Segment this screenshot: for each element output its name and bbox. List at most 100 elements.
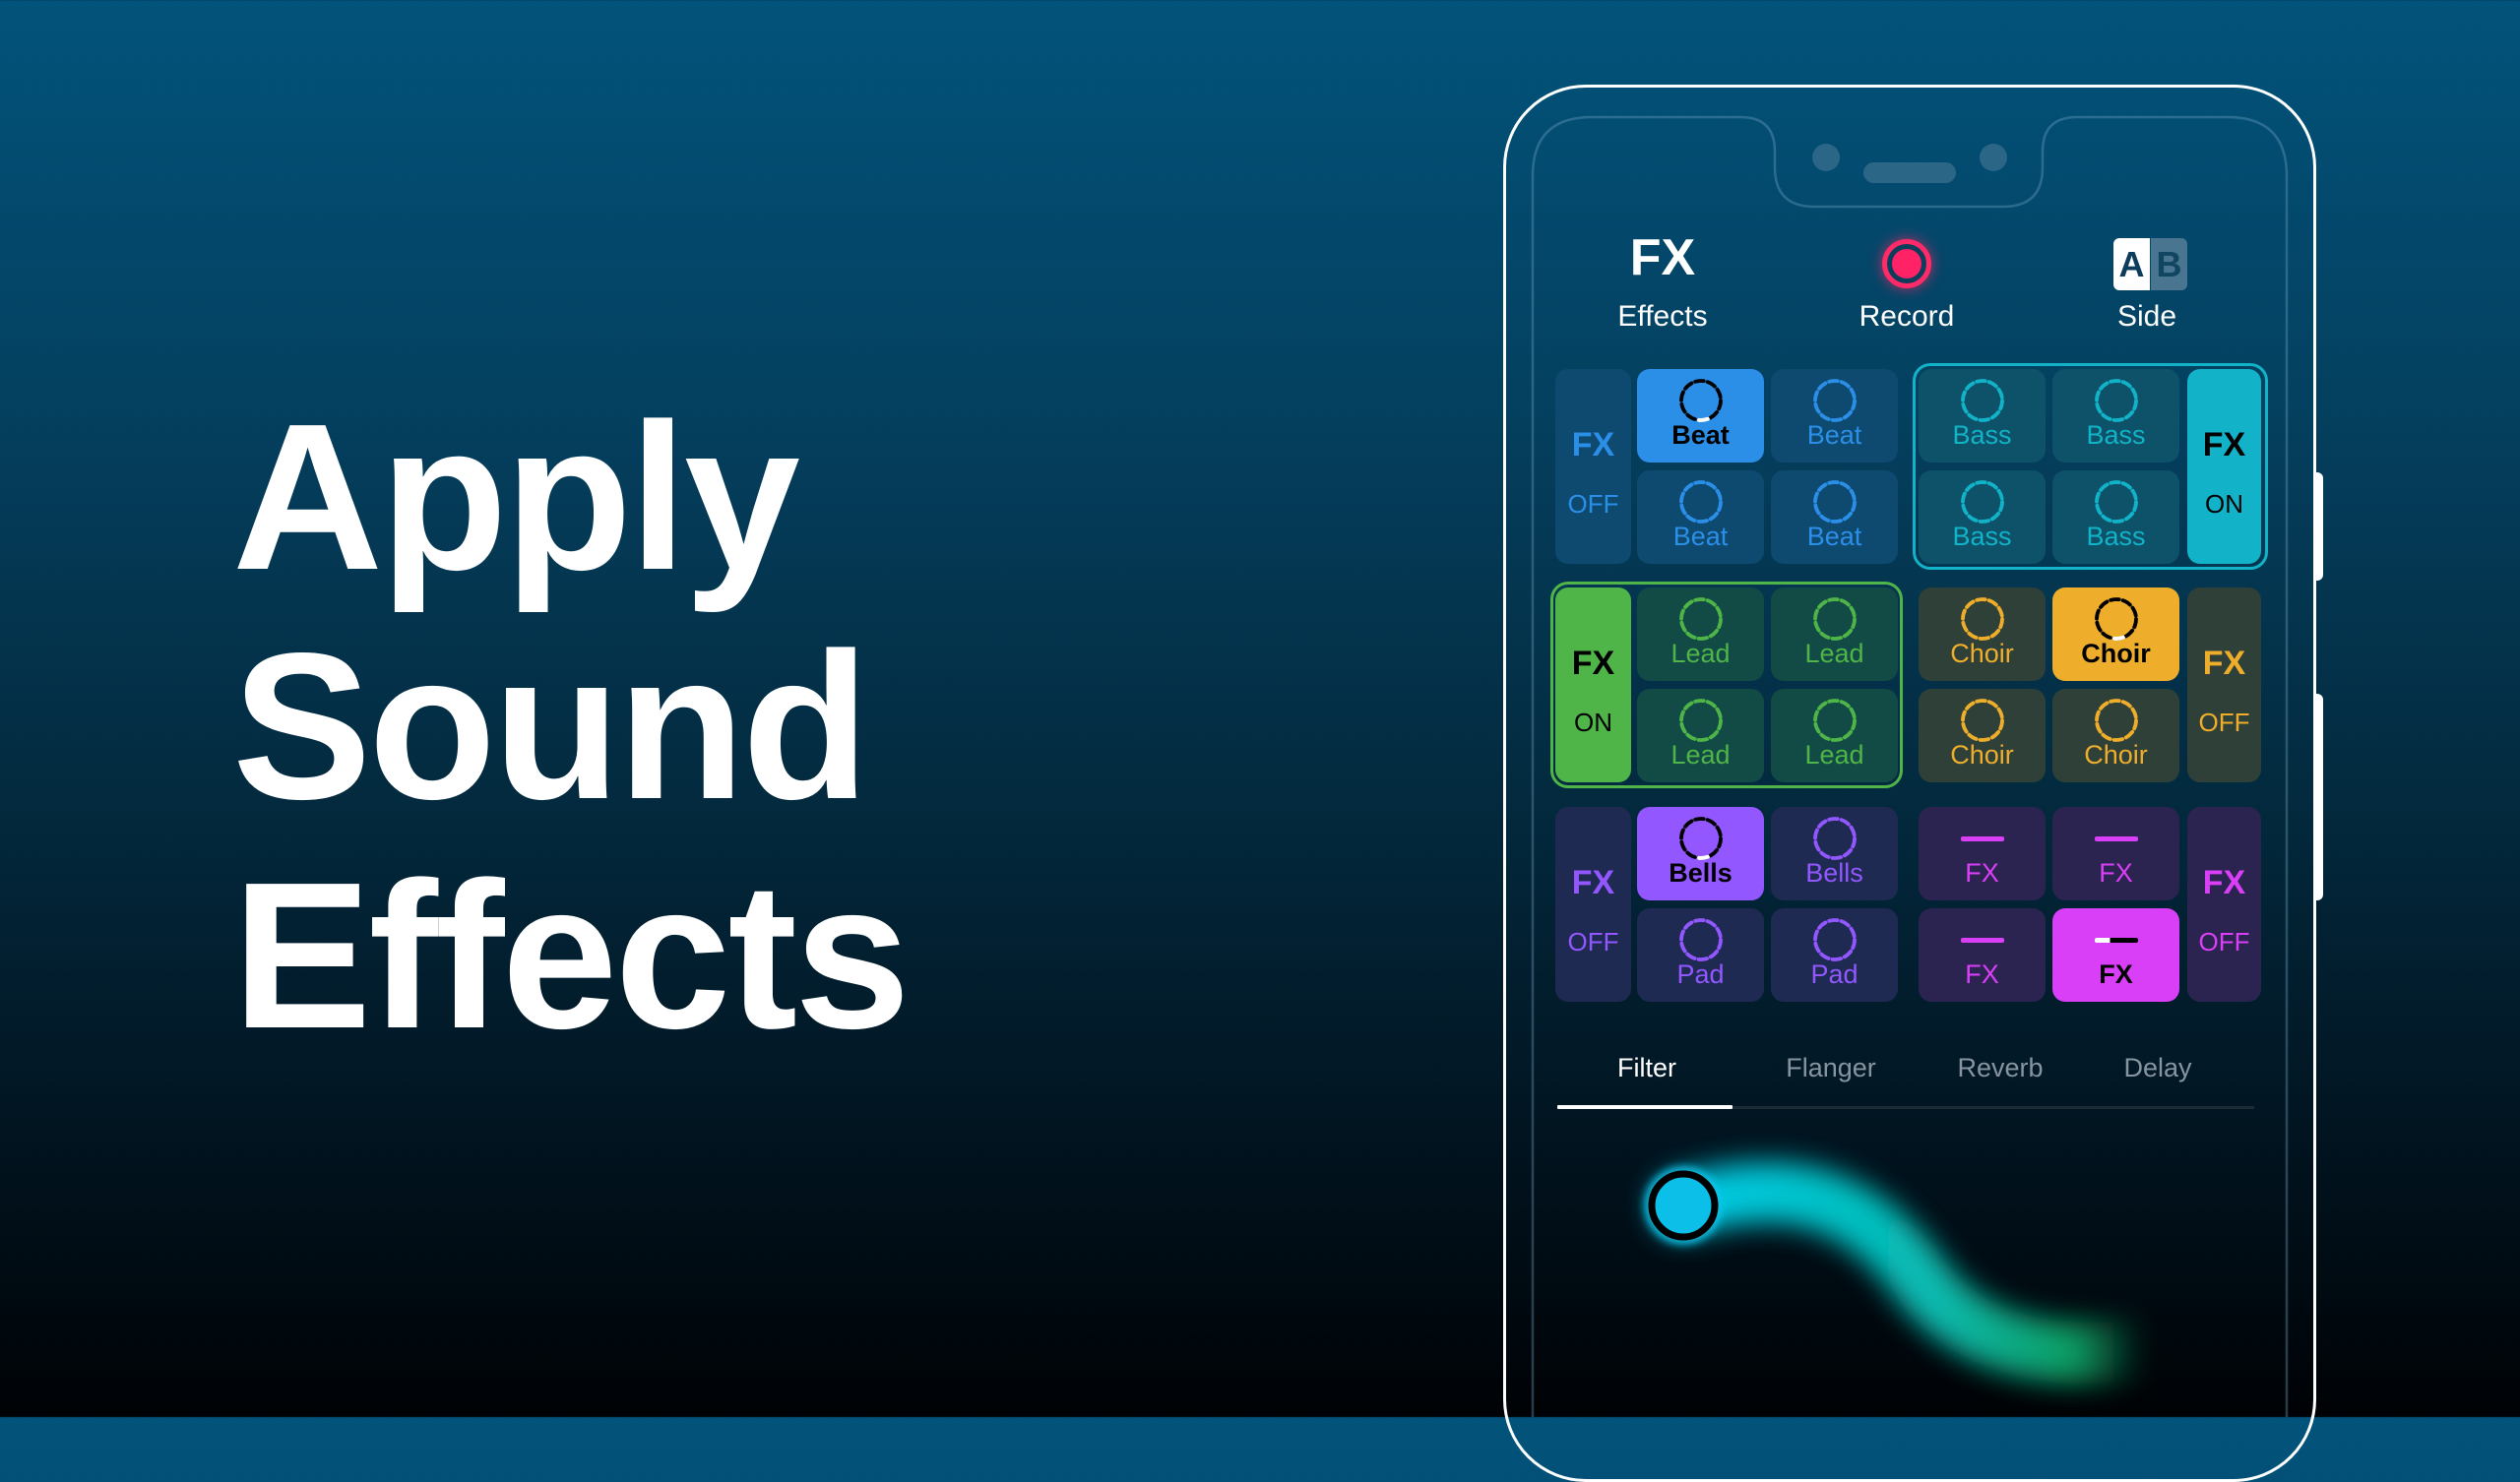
fx-toggle-label: FX [2202, 864, 2246, 901]
fx-level-icon [2094, 836, 2138, 841]
pad-label: Bass [2086, 522, 2146, 551]
side-label: Side [2116, 300, 2177, 333]
pad-bass-2[interactable]: Bass [2052, 369, 2179, 463]
fx-level-icon [1960, 938, 2004, 943]
loop-ring-icon [2094, 699, 2138, 742]
pad-bass-1[interactable]: Bass [1919, 369, 2046, 463]
fx-toggle-state: ON [2205, 489, 2243, 519]
pad-fx-1[interactable]: FX [1919, 807, 2046, 900]
headline-line-3: Effects [232, 838, 911, 1072]
fx-toggle-bass[interactable]: FX ON [2187, 369, 2261, 564]
effect-knob-handle [1648, 1170, 1719, 1241]
fx-toggle-label: FX [1571, 645, 1615, 682]
loop-ring-icon [1812, 480, 1857, 524]
fx-toggle-label: FX [1571, 864, 1615, 901]
pad-label: FX [2099, 959, 2133, 989]
loop-ring-icon [1812, 699, 1857, 742]
fx-toggle-lead[interactable]: FX ON [1555, 587, 1631, 782]
fx-toggle-state: OFF [2198, 927, 2250, 957]
pad-label: Choir [2081, 639, 2151, 668]
loop-ring-icon [1678, 480, 1723, 524]
pad-lead-4[interactable]: Lead [1771, 689, 1898, 782]
pad-fx-4[interactable]: FX [2052, 908, 2179, 1002]
pad-label: Bass [2086, 420, 2146, 450]
loop-ring-icon [2094, 379, 2138, 422]
loop-ring-icon [1812, 379, 1857, 422]
loop-ring-icon [1812, 597, 1857, 641]
loop-ring-icon [1678, 699, 1723, 742]
pad-choir-1[interactable]: Choir [1919, 587, 2046, 681]
pad-fx-2[interactable]: FX [2052, 807, 2179, 900]
fx-toggle-state: OFF [1567, 927, 1619, 957]
tab-flanger[interactable]: Flanger [1732, 1053, 1929, 1083]
loop-ring-icon [2094, 597, 2138, 641]
phone-side-button-volume [2315, 694, 2323, 900]
pad-label: FX [1965, 959, 1999, 989]
headline-line-1: Apply [232, 380, 800, 613]
pad-label: Bells [1669, 858, 1732, 888]
active-tab-indicator [1557, 1105, 1732, 1109]
pad-lead-1[interactable]: Lead [1637, 587, 1764, 681]
pad-label: Pad [1810, 959, 1858, 989]
pad-label: Lead [1670, 639, 1731, 668]
fx-toggle-label: FX [2202, 426, 2246, 463]
fx-toggle-bells-pad[interactable]: FX OFF [1555, 807, 1631, 1002]
pad-beat-1[interactable]: Beat [1637, 369, 1764, 463]
pad-label: Beat [1806, 522, 1862, 551]
fx-toggle-state: OFF [1567, 489, 1619, 519]
pad-label: Pad [1676, 959, 1725, 989]
pad-label: FX [1965, 858, 1999, 888]
fx-toggle-label: FX [2202, 645, 2246, 682]
phone-side-button-power [2315, 472, 2323, 581]
headline-line-2: Sound [232, 609, 869, 842]
pad-choir-3[interactable]: Choir [1919, 689, 2046, 782]
fx-level-icon [1960, 836, 2004, 841]
loop-ring-icon [1960, 597, 2004, 641]
pad-label: Bells [1805, 858, 1863, 888]
record-label: Record [1858, 300, 1955, 333]
loop-ring-icon [1960, 699, 2004, 742]
pad-label: Beat [1671, 420, 1730, 450]
pad-bells-pad-3[interactable]: Pad [1637, 908, 1764, 1002]
pad-label: Beat [1806, 420, 1862, 450]
side-b-icon: B [2151, 238, 2187, 290]
pad-label: Lead [1804, 740, 1864, 770]
pad-bells-pad-4[interactable]: Pad [1771, 908, 1898, 1002]
pad-lead-3[interactable]: Lead [1637, 689, 1764, 782]
loop-ring-icon [1812, 918, 1857, 961]
pad-label: Beat [1672, 522, 1729, 551]
loop-ring-icon [1960, 480, 2004, 524]
fx-toggle-label: FX [1571, 426, 1615, 463]
pad-beat-4[interactable]: Beat [1771, 470, 1898, 564]
pad-choir-4[interactable]: Choir [2052, 689, 2179, 782]
pad-label: Bass [1952, 522, 2012, 551]
pad-beat-2[interactable]: Beat [1771, 369, 1898, 463]
headline: Apply Sound Effects [232, 380, 911, 1072]
loop-ring-icon [1678, 379, 1723, 422]
loop-ring-icon [1678, 918, 1723, 961]
fx-toggle-choir[interactable]: FX OFF [2187, 587, 2261, 782]
pad-bells-pad-1[interactable]: Bells [1637, 807, 1764, 900]
pad-label: Choir [1950, 740, 2014, 770]
pad-bass-4[interactable]: Bass [2052, 470, 2179, 564]
pad-beat-3[interactable]: Beat [1637, 470, 1764, 564]
pad-fx-3[interactable]: FX [1919, 908, 2046, 1002]
pad-label: Lead [1804, 639, 1864, 668]
record-icon [1882, 239, 1931, 288]
pad-label: Choir [2084, 740, 2148, 770]
effect-xy-pad[interactable] [1533, 1117, 2287, 1417]
loop-ring-icon [1960, 379, 2004, 422]
tab-delay[interactable]: Delay [2059, 1053, 2256, 1083]
fx-icon: FX [1629, 229, 1696, 286]
pad-label: FX [2099, 858, 2133, 888]
pad-bass-3[interactable]: Bass [1919, 470, 2046, 564]
pad-lead-2[interactable]: Lead [1771, 587, 1898, 681]
fx-toggle-fx[interactable]: FX OFF [2187, 807, 2261, 1002]
loop-ring-icon [1678, 817, 1723, 860]
tab-filter[interactable]: Filter [1548, 1053, 1745, 1083]
fx-level-icon [2094, 938, 2138, 943]
pad-choir-2[interactable]: Choir [2052, 587, 2179, 681]
effects-label: Effects [1617, 300, 1708, 333]
pad-bells-pad-2[interactable]: Bells [1771, 807, 1898, 900]
fx-toggle-beat[interactable]: FX OFF [1555, 369, 1631, 564]
